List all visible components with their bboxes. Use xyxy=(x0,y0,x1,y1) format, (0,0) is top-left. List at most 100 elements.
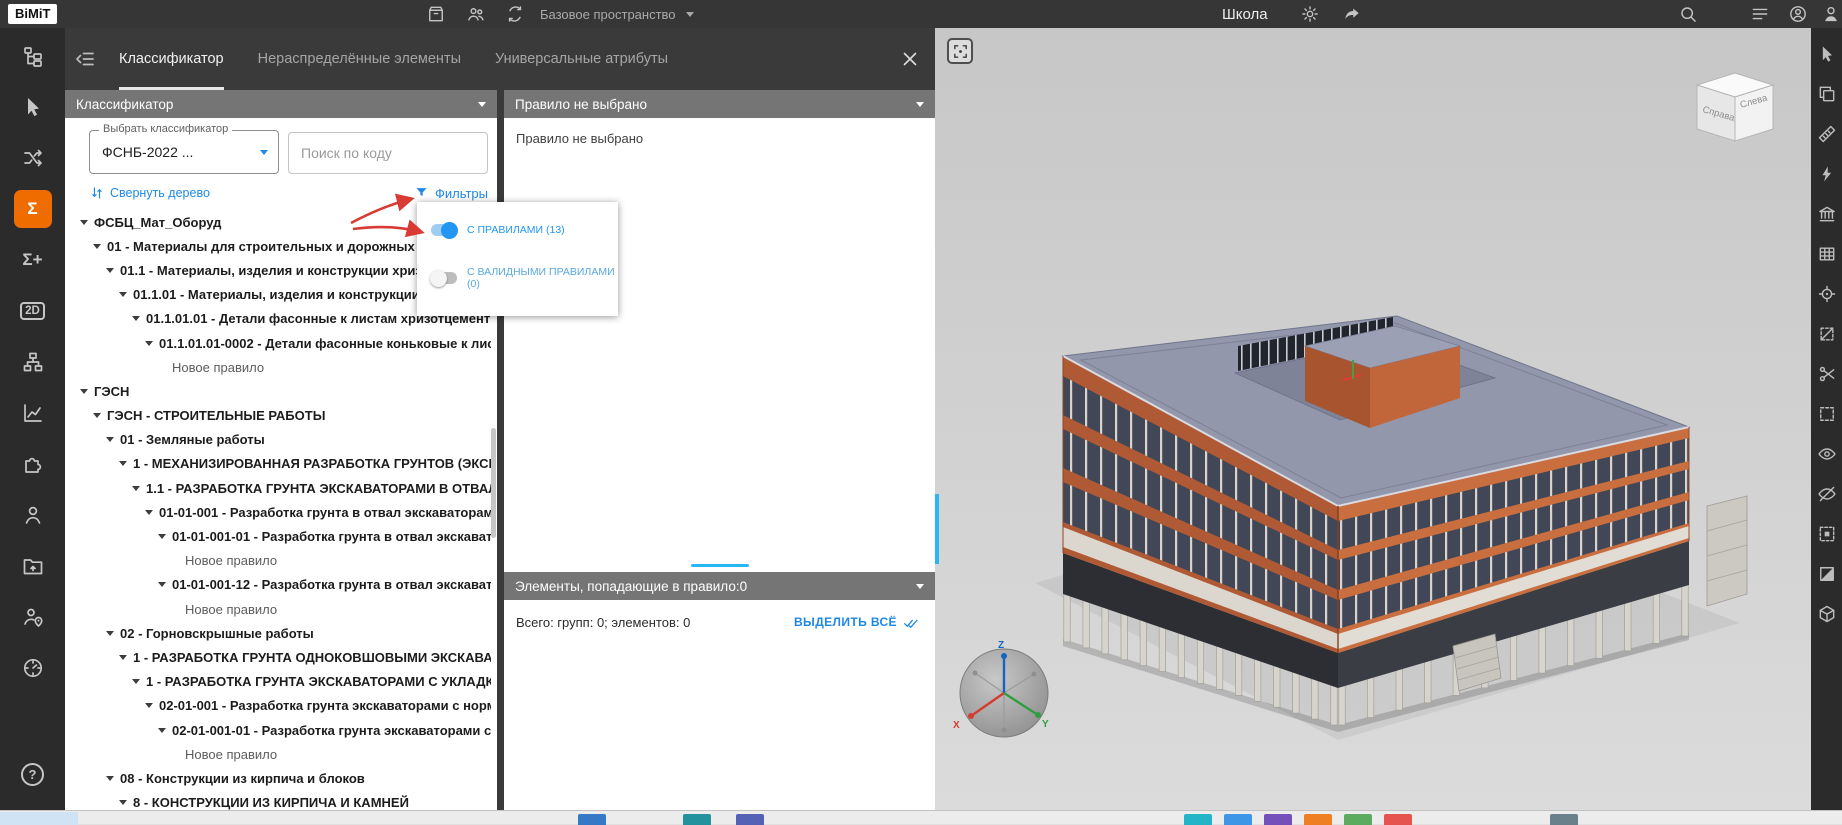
tree-node[interactable]: 1 - РАЗРАБОТКА ГРУНТА ЭКСКАВАТОРАМИ С УК… xyxy=(65,670,491,694)
taskbar-icon-sliver[interactable] xyxy=(1384,814,1412,825)
tree-node[interactable]: 1.1 - РАЗРАБОТКА ГРУНТА ЭКСКАВАТОРАМИ В … xyxy=(65,476,491,500)
section-plane-icon[interactable] xyxy=(1817,324,1837,344)
tree-node[interactable]: 01-01-001 - Разработка грунта в отвал эк… xyxy=(65,500,491,524)
taskbar-icon-sliver[interactable] xyxy=(683,814,711,825)
cut-scissors-icon[interactable] xyxy=(1817,364,1837,384)
viewport-focus-button[interactable] xyxy=(947,38,973,64)
tree-node[interactable]: 1 - МЕХАНИЗИРОВАННАЯ РАЗРАБОТКА ГРУНТОВ … xyxy=(65,452,491,476)
copy-layers-icon[interactable] xyxy=(1817,84,1837,104)
sync-icon[interactable] xyxy=(505,4,525,24)
hide-elements-icon[interactable] xyxy=(1817,484,1837,504)
search-icon[interactable] xyxy=(1678,4,1698,24)
model-tree-icon[interactable] xyxy=(14,37,52,75)
tree-expand-caret[interactable] xyxy=(118,655,127,660)
tree-expand-caret[interactable] xyxy=(105,268,114,273)
plugins-icon[interactable] xyxy=(14,445,52,483)
tree-node[interactable]: ГЭСН - СТРОИТЕЛЬНЫЕ РАБОТЫ xyxy=(65,404,491,428)
with-rules-toggle[interactable] xyxy=(431,224,457,236)
package-icon[interactable] xyxy=(426,4,446,24)
quick-actions-icon[interactable] xyxy=(1817,164,1837,184)
visibility-eye-icon[interactable] xyxy=(1817,444,1837,464)
navigation-cube[interactable]: Справа Слева xyxy=(1697,73,1773,141)
panel-split-handle[interactable] xyxy=(691,564,749,567)
tab-classifier[interactable]: Классификатор xyxy=(119,28,224,90)
taskbar-start-sliver[interactable] xyxy=(0,812,78,825)
taskbar-icon-sliver[interactable] xyxy=(1304,814,1332,825)
tree-node[interactable]: 02-01-001-01 - Разработка грунта экскава… xyxy=(65,718,491,742)
elements-section-header[interactable]: Элементы, попадающие в правило:0 xyxy=(504,572,935,600)
sigma-plus-icon[interactable]: Σ+ xyxy=(14,241,52,279)
user-location-icon[interactable] xyxy=(14,598,52,636)
tree-expand-caret[interactable] xyxy=(105,776,114,781)
library-icon[interactable] xyxy=(1817,204,1837,224)
help-icon[interactable]: ? xyxy=(21,763,44,786)
taskbar-icon-sliver[interactable] xyxy=(578,814,606,825)
code-search-field[interactable] xyxy=(288,132,488,174)
tab-unallocated-elements[interactable]: Нераспределённые элементы xyxy=(258,28,461,90)
code-search-input[interactable] xyxy=(301,145,475,161)
tree-expand-caret[interactable] xyxy=(79,220,88,225)
taskbar-icon-sliver[interactable] xyxy=(1550,814,1578,825)
viewport-scene[interactable]: Справа Слева X Y Z xyxy=(935,28,1811,810)
tree-node[interactable]: 1 - РАЗРАБОТКА ГРУНТА ОДНОКОВШОВЫМИ ЭКСК… xyxy=(65,645,491,669)
viewport-3d[interactable]: Справа Слева X Y Z xyxy=(935,28,1811,810)
pan-select-icon[interactable] xyxy=(1817,44,1837,64)
isolate-elements-icon[interactable] xyxy=(1817,524,1837,544)
tree-node[interactable]: 02-01-001 - Разработка грунта экскаватор… xyxy=(65,694,491,718)
tree-node[interactable]: 8 - КОНСТРУКЦИИ ИЗ КИРПИЧА И КАМНЕЙ xyxy=(65,791,491,811)
tree-rule-item[interactable]: Новое правило xyxy=(65,597,491,621)
measure-ruler-icon[interactable] xyxy=(1817,124,1837,144)
tree-expand-caret[interactable] xyxy=(144,703,153,708)
tree-scrollbar[interactable] xyxy=(491,428,496,538)
team-icon[interactable] xyxy=(466,4,486,24)
shared-folder-icon[interactable] xyxy=(14,547,52,585)
tree-rule-item[interactable]: Новое правило xyxy=(65,742,491,766)
tree-expand-caret[interactable] xyxy=(157,728,166,733)
taskbar-icon-sliver[interactable] xyxy=(1344,814,1372,825)
section-box-icon[interactable] xyxy=(1817,604,1837,624)
tree-expand-caret[interactable] xyxy=(157,534,166,539)
close-panel-icon[interactable] xyxy=(899,48,921,70)
collapse-panel-icon[interactable] xyxy=(73,47,97,71)
classifier-select[interactable]: Выбрать классификатор ФСНБ-2022 ... xyxy=(89,130,279,174)
tree-node[interactable]: 08 - Конструкции из кирпича и блоков xyxy=(65,766,491,790)
tab-universal-attributes[interactable]: Универсальные атрибуты xyxy=(495,28,668,90)
tree-expand-caret[interactable] xyxy=(144,341,153,346)
tree-expand-caret[interactable] xyxy=(131,486,140,491)
classifier-section-header[interactable]: Классификатор xyxy=(65,90,497,118)
settings-gear-icon[interactable] xyxy=(1300,4,1320,24)
structure-icon[interactable] xyxy=(14,343,52,381)
selection-frame-icon[interactable] xyxy=(1817,404,1837,424)
tree-expand-caret[interactable] xyxy=(92,413,101,418)
tree-node[interactable]: 01 - Земляные работы xyxy=(65,428,491,452)
tree-node[interactable]: 01.1.01.01-0002 - Детали фасонные конько… xyxy=(65,331,491,355)
select-cursor-icon[interactable] xyxy=(14,88,52,126)
account-circle-icon[interactable] xyxy=(1788,4,1808,24)
tree-expand-caret[interactable] xyxy=(144,510,153,515)
workspace-dropdown[interactable]: Базовое пространство xyxy=(540,0,694,28)
tree-node[interactable]: ГЭСН xyxy=(65,379,491,403)
share-icon[interactable] xyxy=(1342,4,1362,24)
connections-icon[interactable] xyxy=(14,139,52,177)
collapse-tree-link[interactable]: Свернуть дерево xyxy=(89,185,210,201)
tree-expand-caret[interactable] xyxy=(92,244,101,249)
building-model[interactable] xyxy=(1035,316,1747,740)
user-icon[interactable] xyxy=(1821,4,1841,24)
tree-node[interactable]: 01-01-001-12 - Разработка грунта в отвал… xyxy=(65,573,491,597)
clip-plane-icon[interactable] xyxy=(1817,564,1837,584)
users-icon[interactable] xyxy=(14,496,52,534)
charts-icon[interactable] xyxy=(14,394,52,432)
time-gauge-icon[interactable] xyxy=(14,649,52,687)
drawings-2d-icon[interactable]: 2D xyxy=(14,292,52,330)
taskbar-icon-sliver[interactable] xyxy=(1184,814,1212,825)
select-all-button[interactable]: ВЫДЕЛИТЬ ВСЁ xyxy=(794,614,919,630)
taskbar-icon-sliver[interactable] xyxy=(1224,814,1252,825)
tree-node[interactable]: 02 - Горновскрышные работы xyxy=(65,621,491,645)
classifier-sigma-icon[interactable]: Σ xyxy=(14,190,52,228)
valid-rules-toggle[interactable] xyxy=(431,272,457,284)
tree-expand-caret[interactable] xyxy=(118,461,127,466)
rule-section-header[interactable]: Правило не выбрано xyxy=(504,90,935,118)
panel-resize-handle[interactable] xyxy=(935,494,939,564)
orientation-gizmo[interactable]: X Y Z xyxy=(953,640,1049,737)
tree-expand-caret[interactable] xyxy=(118,292,127,297)
